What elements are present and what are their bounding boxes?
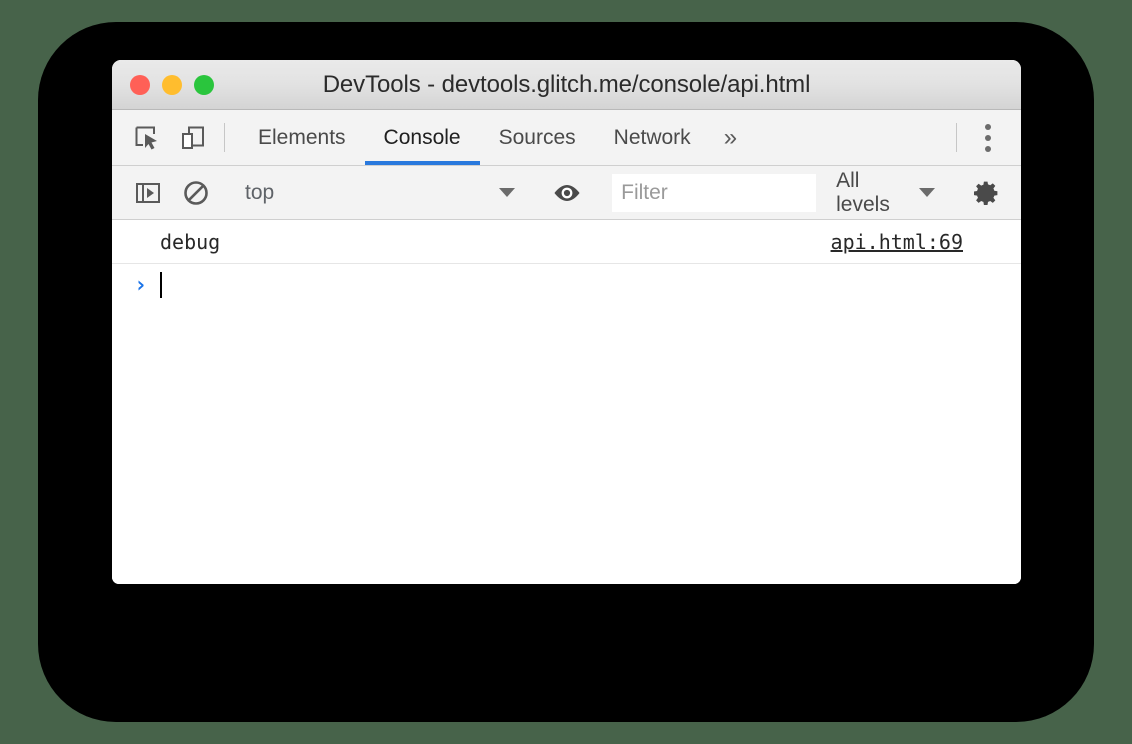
window-titlebar: DevTools - devtools.glitch.me/console/ap…	[112, 60, 1021, 110]
more-tabs-label: »	[723, 123, 738, 151]
kebab-dot	[985, 145, 991, 152]
clear-console-icon[interactable]	[178, 175, 214, 211]
tab-console-label: Console	[383, 125, 461, 149]
tab-network[interactable]: Network	[595, 110, 710, 165]
tab-elements[interactable]: Elements	[239, 110, 365, 165]
tab-elements-label: Elements	[258, 125, 346, 149]
tabbar-icon-group	[112, 110, 210, 165]
console-toolbar-icon-group	[112, 175, 214, 211]
window-title: DevTools - devtools.glitch.me/console/ap…	[322, 70, 811, 98]
tab-sources-label: Sources	[498, 125, 576, 149]
panel-tabs: Elements Console Sources Network »	[239, 110, 751, 165]
console-prompt-row[interactable]: ›	[112, 264, 1021, 306]
tab-network-label: Network	[613, 125, 691, 149]
gear-icon[interactable]	[970, 175, 1003, 211]
prompt-chevron-icon: ›	[134, 272, 148, 298]
console-sidebar-icon[interactable]	[130, 175, 166, 211]
console-toolbar: top All levels	[112, 166, 1021, 220]
traffic-lights	[130, 74, 214, 95]
maximize-button[interactable]	[194, 74, 214, 95]
minimize-button[interactable]	[162, 74, 182, 95]
kebab-menu-icon[interactable]	[971, 110, 1005, 165]
kebab-dot	[985, 123, 991, 130]
kebab-dot	[985, 134, 991, 141]
device-toolbar-icon[interactable]	[176, 121, 210, 155]
chevron-down-icon	[499, 188, 515, 197]
console-output[interactable]: debug api.html:69 ›	[112, 220, 1021, 584]
console-message-row[interactable]: debug api.html:69	[112, 220, 1021, 264]
devtools-window: DevTools - devtools.glitch.me/console/ap…	[112, 60, 1021, 584]
console-message-source-link[interactable]: api.html:69	[831, 230, 963, 254]
tab-sources[interactable]: Sources	[480, 110, 595, 165]
devtools-tabbar: Elements Console Sources Network »	[112, 110, 1021, 166]
execution-context-label: top	[245, 180, 275, 204]
tab-console[interactable]: Console	[364, 110, 480, 165]
log-level-label: All levels	[836, 168, 890, 216]
live-expression-eye-icon[interactable]	[550, 175, 583, 211]
tabbar-divider	[224, 123, 225, 152]
log-level-select[interactable]: All levels	[836, 169, 941, 217]
console-message-text: debug	[160, 229, 221, 254]
tabbar-spacer	[751, 110, 942, 165]
execution-context-select[interactable]: top	[245, 181, 521, 205]
text-caret	[160, 272, 162, 298]
tabbar-divider-right	[956, 123, 957, 152]
more-tabs-button[interactable]: »	[710, 110, 751, 165]
inspect-element-icon[interactable]	[130, 121, 164, 155]
close-button[interactable]	[130, 74, 150, 95]
chevron-down-icon	[918, 188, 935, 197]
filter-input[interactable]	[612, 173, 817, 212]
